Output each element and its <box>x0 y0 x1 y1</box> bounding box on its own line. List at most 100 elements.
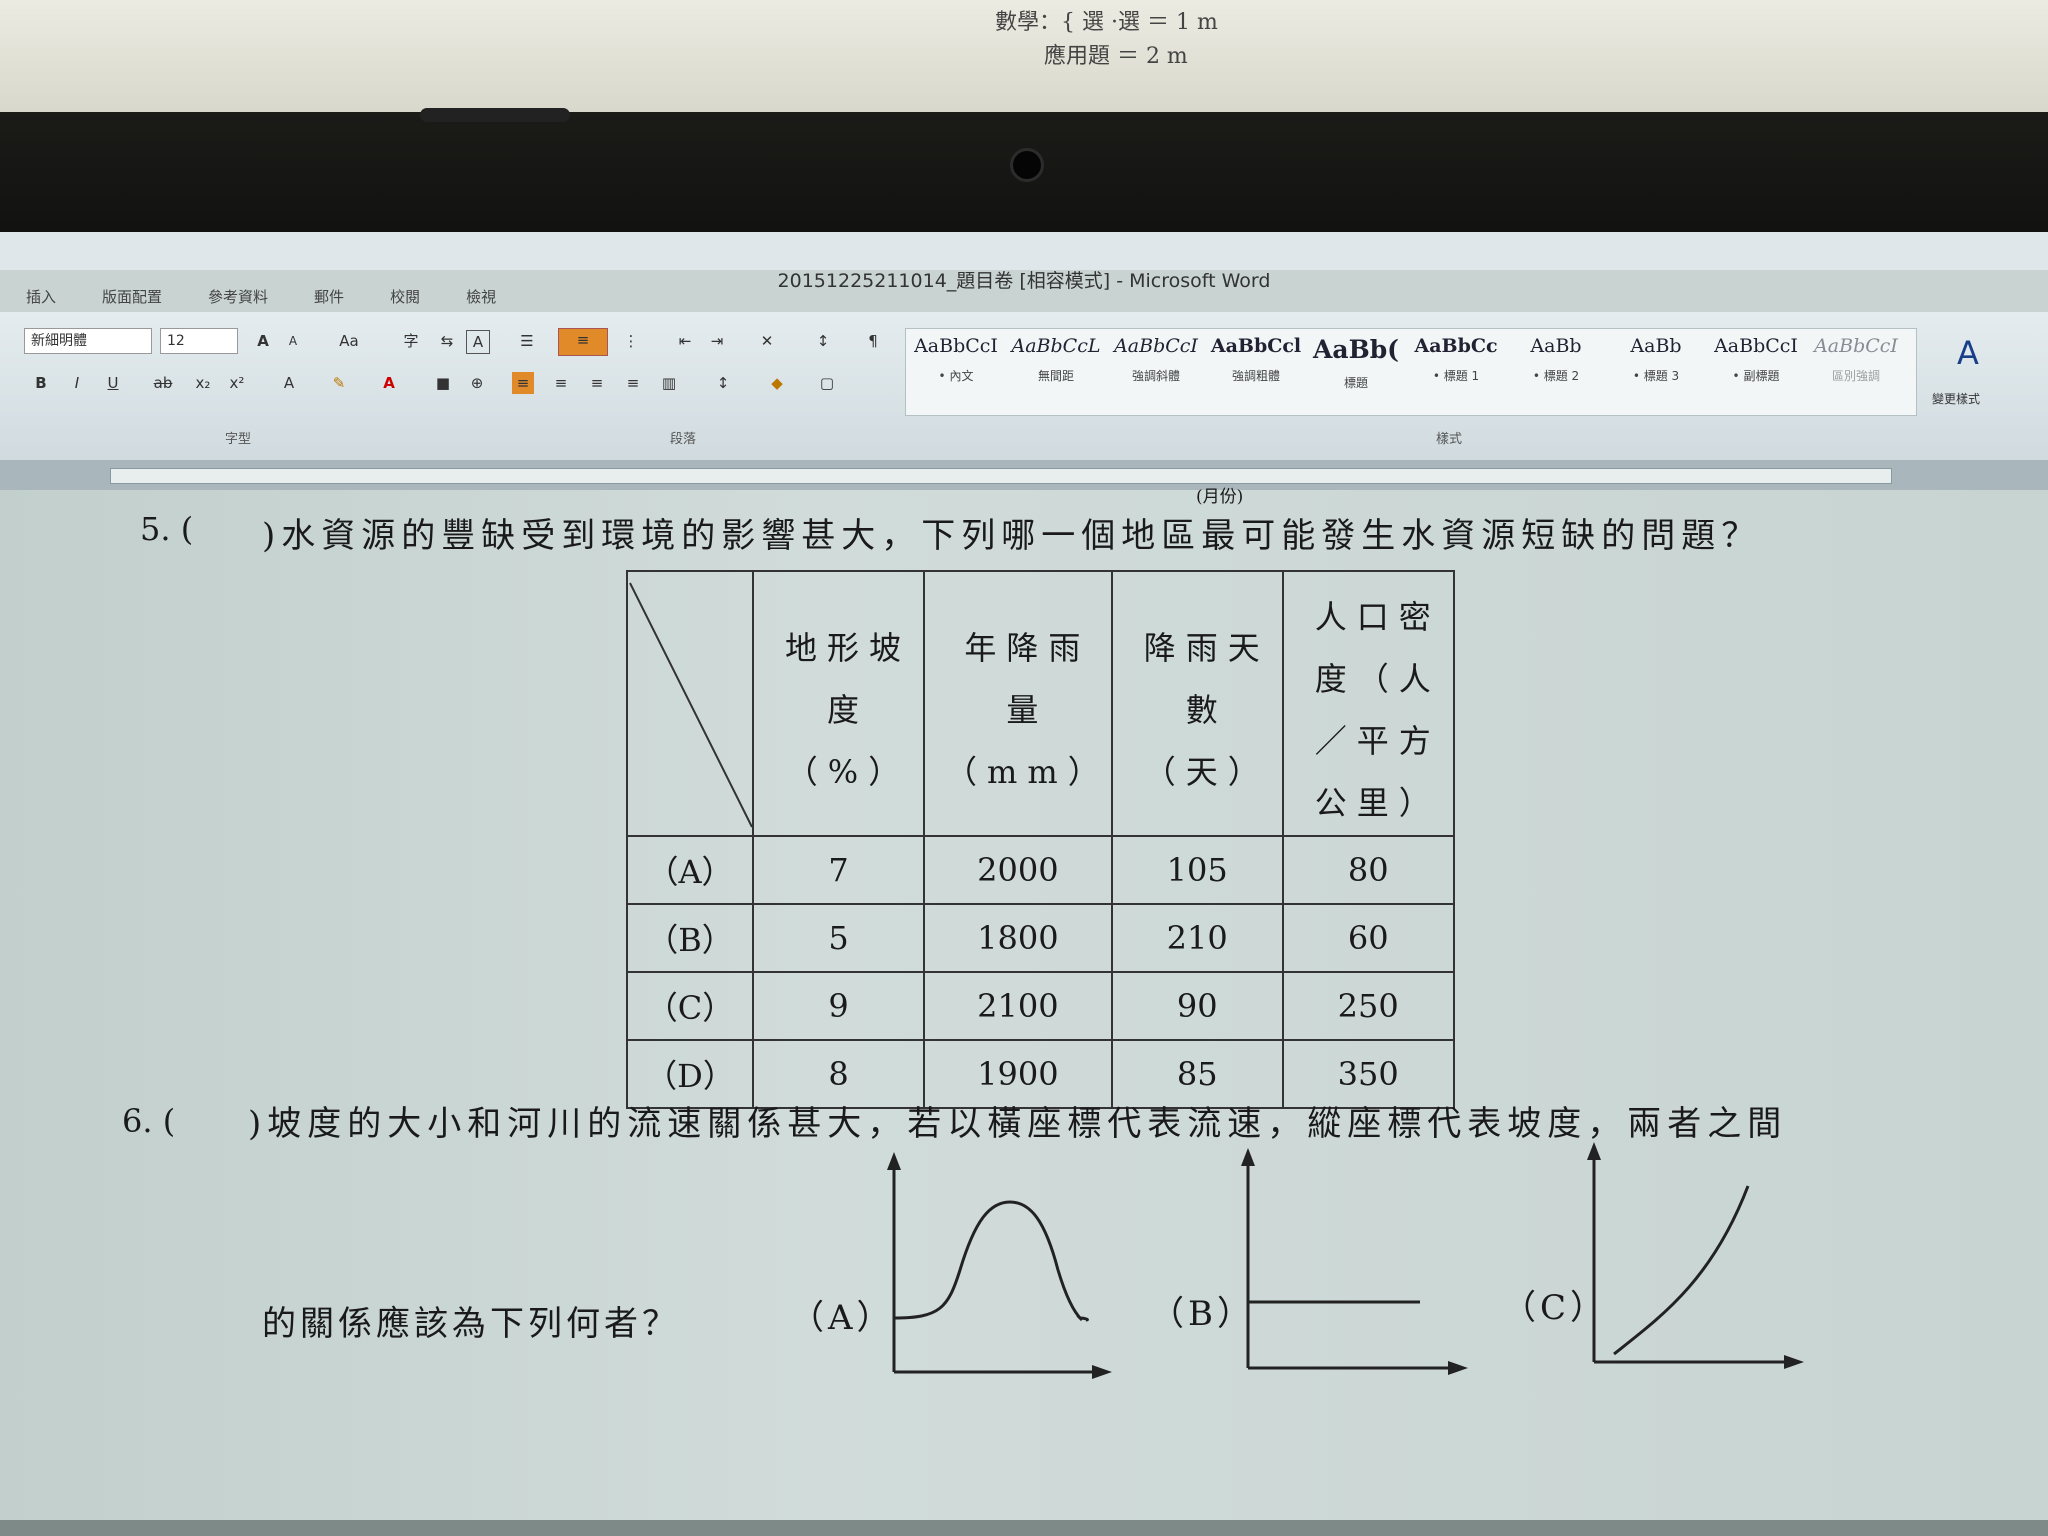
tab-view[interactable]: 檢視 <box>460 284 502 309</box>
line-spacing-icon[interactable]: ↕ <box>712 372 734 394</box>
header-density: 人口密 度（人 ／平方 公里） <box>1281 570 1455 837</box>
table-row: （C） 9 2100 90 250 <box>626 971 1455 1041</box>
show-marks-icon[interactable]: ¶ <box>862 330 884 352</box>
bezel-slot <box>420 108 570 122</box>
bullets-icon[interactable]: ☰ <box>516 330 538 352</box>
align-left-icon[interactable]: ≡ <box>512 372 534 394</box>
webcam-icon <box>1010 148 1044 182</box>
tab-mailings[interactable]: 郵件 <box>308 284 350 309</box>
diagonal-line <box>629 582 752 827</box>
char-shading-icon[interactable]: ■ <box>432 372 454 394</box>
tab-references[interactable]: 參考資料 <box>202 284 274 309</box>
tab-insert[interactable]: 插入 <box>20 284 62 309</box>
style-item[interactable]: AaBbCcI 強調斜體 <box>1106 335 1206 384</box>
style-name: 標題 <box>1343 376 1368 390</box>
paper-background: 數學：{ 選 ·選 ＝ 1 m 應用題 ＝ 2 m <box>0 0 2048 112</box>
word-window: 20151225211014_題目卷 [相容模式] - Microsoft Wo… <box>0 232 2048 1536</box>
graph-a-bell-curve <box>887 1152 1112 1379</box>
bold-icon[interactable]: B <box>30 372 52 394</box>
borders-icon[interactable]: ▢ <box>816 372 838 394</box>
table-cell: 9 <box>752 971 925 1041</box>
style-item[interactable]: AaBb( 標題 <box>1306 335 1406 391</box>
table-cell: 5 <box>752 903 925 973</box>
change-styles-label[interactable]: 變更樣式 <box>1932 390 1980 407</box>
style-item[interactable]: AaBbCcI 區別強調 <box>1806 335 1906 384</box>
change-case-icon[interactable]: Aa <box>338 330 360 352</box>
graph-b-flat-line <box>1241 1148 1468 1375</box>
table-corner-cell <box>626 570 754 837</box>
styles-gallery: AaBbCcI • 內文 AaBbCcL 無間距 AaBbCcI 強調斜體 AaBbC… <box>905 328 1917 416</box>
ruler <box>0 460 2048 490</box>
char-border-icon[interactable]: A <box>466 330 490 354</box>
table-cell: 210 <box>1110 903 1284 973</box>
style-item[interactable]: AaBb • 標題 3 <box>1606 335 1706 384</box>
style-name: 區別強調 <box>1831 369 1880 383</box>
highlight-icon[interactable]: ✎ <box>328 372 350 394</box>
table-row: （A） 7 2000 105 80 <box>626 835 1455 905</box>
header-rainfall: 年降雨量（mm） <box>923 570 1113 837</box>
grow-font-icon[interactable]: A <box>252 330 274 352</box>
q5-text: )水資源的豐缺受到環境的影響甚大，下列哪一個地區最可能發生水資源短缺的問題？ <box>262 516 1762 556</box>
q6-text-line2: 的關係應該為下列何者？ <box>262 1304 680 1344</box>
style-item[interactable]: AaBbCcI • 內文 <box>906 335 1006 384</box>
underline-icon[interactable]: U <box>102 372 124 394</box>
style-sample: AaBb <box>1530 335 1582 357</box>
table-cell: 2100 <box>923 971 1113 1041</box>
q6-text: )坡度的大小和河川的流速關係甚大，若以橫座標代表流速，縱座標代表坡度，兩者之間 <box>248 1104 1788 1144</box>
style-sample: AaBb( <box>1312 335 1400 364</box>
tab-page-layout[interactable]: 版面配置 <box>96 284 168 309</box>
status-strip <box>0 1520 2048 1536</box>
multilevel-list-icon[interactable]: ⋮ <box>620 330 642 352</box>
align-center-icon[interactable]: ≡ <box>550 372 572 394</box>
numbering-icon[interactable]: ≡ <box>558 328 608 356</box>
table-cell: 2000 <box>923 835 1113 905</box>
table-cell: 90 <box>1110 971 1284 1041</box>
row-label: （A） <box>626 835 754 905</box>
sort-icon[interactable]: ↕ <box>812 330 834 352</box>
style-item[interactable]: AaBbCcI • 副標題 <box>1706 335 1806 384</box>
style-item[interactable]: AaBbCcl 強調粗體 <box>1206 335 1306 384</box>
ruler-track[interactable] <box>110 468 1892 484</box>
strikethrough-icon[interactable]: ab <box>152 372 174 394</box>
align-right-icon[interactable]: ≡ <box>586 372 608 394</box>
style-item[interactable]: AaBb • 標題 2 <box>1506 335 1606 384</box>
font-color-icon[interactable]: A <box>378 372 400 394</box>
italic-icon[interactable]: I <box>66 372 88 394</box>
subscript-icon[interactable]: x₂ <box>192 372 214 394</box>
text-effect-icon[interactable]: A <box>278 372 300 394</box>
justify-icon[interactable]: ≡ <box>622 372 644 394</box>
ribbon-tabs: 插入 版面配置 參考資料 郵件 校閱 檢視 <box>20 284 502 309</box>
superscript-icon[interactable]: x² <box>226 372 248 394</box>
shrink-font-icon[interactable]: A <box>282 330 304 352</box>
enclose-char-icon[interactable]: ⊕ <box>466 372 488 394</box>
row-label: （B） <box>626 903 754 973</box>
style-item[interactable]: AaBbCc • 標題 1 <box>1406 335 1506 384</box>
distribute-icon[interactable]: ▥ <box>658 372 680 394</box>
phonetic-guide-icon[interactable]: 字 <box>400 330 422 352</box>
tab-review[interactable]: 校閱 <box>384 284 426 309</box>
font-size-select[interactable]: 12 <box>160 328 238 354</box>
decrease-indent-icon[interactable]: ⇤ <box>674 330 696 352</box>
group-label-paragraph: 段落 <box>670 432 697 447</box>
style-item[interactable]: AaBbCcL 無間距 <box>1006 335 1106 384</box>
note-line-2: 應用題 ＝ 2 m <box>1043 44 1188 69</box>
font-name-select[interactable]: 新細明體 <box>24 328 152 354</box>
q5-number: 5. ( <box>140 510 194 548</box>
table-cell: 105 <box>1110 835 1284 905</box>
clear-format-icon[interactable]: ⇆ <box>436 330 458 352</box>
style-sample: AaBbCcI <box>914 335 998 357</box>
graph-c-rising-curve <box>1587 1142 1804 1369</box>
option-a-label: （A） <box>790 1298 895 1338</box>
shading-icon[interactable]: ◆ <box>766 372 788 394</box>
table-cell: 7 <box>752 835 925 905</box>
change-styles-icon[interactable]: A <box>1950 337 1986 369</box>
chinese-layout-icon[interactable]: ✕ <box>756 330 778 352</box>
increase-indent-icon[interactable]: ⇥ <box>706 330 728 352</box>
style-name: • 標題 2 <box>1532 369 1580 383</box>
style-name: • 內文 <box>938 369 974 383</box>
style-sample: AaBbCcl <box>1210 335 1302 357</box>
table-cell: 250 <box>1281 971 1455 1041</box>
ruler-caption: (月份) <box>1196 487 1244 507</box>
row-label: （C） <box>626 971 754 1041</box>
style-name: 無間距 <box>1037 369 1074 383</box>
